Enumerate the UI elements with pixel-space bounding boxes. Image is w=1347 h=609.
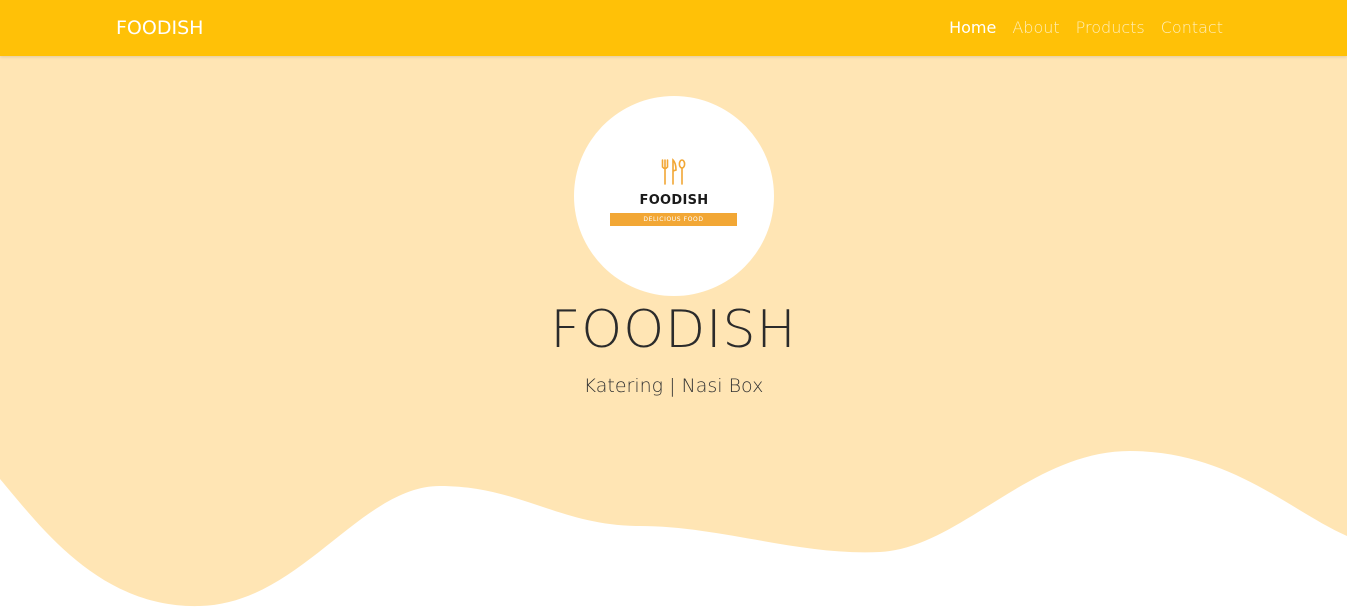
logo-circle: FOODISH DELICIOUS FOOD: [574, 96, 774, 296]
utensils-icon: [661, 158, 686, 185]
navbar: FOODISH Home About Products Contact: [0, 0, 1347, 56]
brand-link[interactable]: FOODISH: [116, 17, 203, 39]
hero-section: FOODISH DELICIOUS FOOD FOODISH Katering …: [0, 56, 1347, 609]
nav-links: Home About Products Contact: [949, 18, 1223, 37]
hero-title: FOODISH: [550, 300, 797, 360]
nav-link-about[interactable]: About: [1012, 18, 1059, 37]
nav-link-products[interactable]: Products: [1076, 18, 1145, 37]
nav-link-contact[interactable]: Contact: [1161, 18, 1223, 37]
nav-link-home[interactable]: Home: [949, 18, 996, 37]
hero-subtitle: Katering | Nasi Box: [583, 375, 764, 397]
logo-name: FOODISH: [639, 193, 709, 208]
logo-tagline: DELICIOUS FOOD: [610, 213, 737, 226]
